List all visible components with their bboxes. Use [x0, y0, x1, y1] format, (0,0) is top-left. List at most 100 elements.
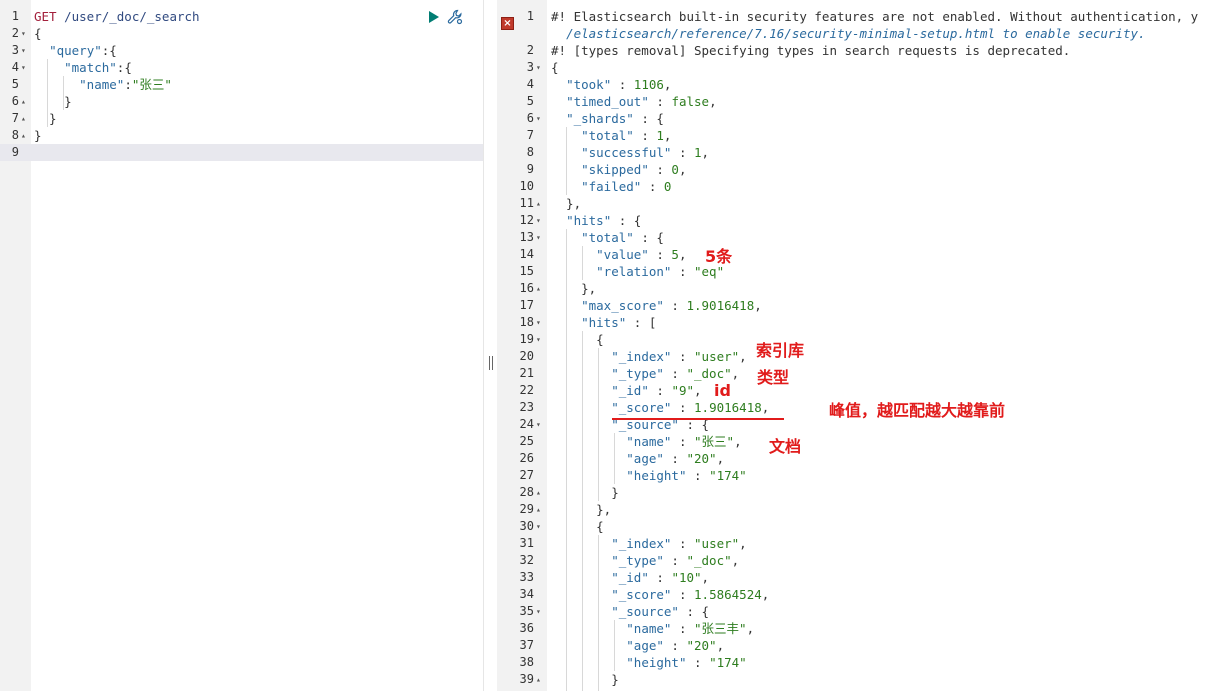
- code-text: "hits" : {: [551, 212, 641, 229]
- line-number: 11: [519, 196, 534, 210]
- line-number: 5: [526, 94, 534, 108]
- code-text: "height" : "174": [551, 654, 746, 671]
- split-handle-icon[interactable]: [489, 356, 493, 370]
- line-number: 3: [526, 60, 534, 74]
- response-viewer[interactable]: × 1 #! Elasticsearch built-in security fe…: [497, 0, 1208, 691]
- fold-toggle-icon[interactable]: ▴: [536, 195, 541, 212]
- request-editor[interactable]: 1 GET /user/_doc/_search 2 ▾{3 ▾ "query":{4 ▾…: [0, 0, 483, 691]
- type-annotation: 类型: [757, 368, 790, 387]
- code-token: "failed": [581, 179, 642, 194]
- fold-toggle-icon[interactable]: ▾: [536, 603, 541, 620]
- code-line: 38 "height" : "174": [497, 654, 1208, 671]
- line-number: 6: [11, 94, 19, 108]
- code-text: "relation" : "eq": [551, 263, 724, 280]
- line-number: 21: [519, 366, 534, 380]
- code-token: {: [551, 60, 559, 75]
- line-number: 3: [11, 43, 19, 57]
- code-text: #! [types removal] Specifying types in s…: [551, 42, 1070, 59]
- code-text: }: [551, 671, 619, 688]
- code-line: 27 "height" : "174": [497, 467, 1208, 484]
- code-token: :: [671, 400, 695, 415]
- code-token: 1.9016418: [694, 400, 762, 415]
- code-line: 21 "_type" : "_doc",: [497, 365, 1208, 382]
- fold-toggle-icon[interactable]: ▾: [536, 416, 541, 433]
- play-icon[interactable]: [429, 11, 439, 23]
- code-token: "_shards": [566, 111, 634, 126]
- code-line: 11 ▴ },: [497, 195, 1208, 212]
- code-text: "query":{: [34, 42, 117, 59]
- fold-toggle-icon[interactable]: ▾: [21, 42, 26, 59]
- fold-toggle-icon[interactable]: ▾: [536, 518, 541, 535]
- line-number: 5: [11, 77, 19, 91]
- code-token: "20": [686, 638, 717, 653]
- indent-guide: [582, 246, 583, 280]
- fold-toggle-icon[interactable]: ▴: [536, 501, 541, 518]
- code-token: :: [671, 536, 695, 551]
- code-token: "height": [626, 655, 687, 670]
- code-text: }: [34, 93, 72, 110]
- code-text: "total" : {: [551, 229, 664, 246]
- fold-toggle-icon[interactable]: ▾: [536, 229, 541, 246]
- request-actions: [429, 9, 463, 25]
- code-token: "user": [694, 536, 740, 551]
- indent-guide: [598, 535, 599, 691]
- code-token: ,: [701, 145, 710, 160]
- fold-toggle-icon[interactable]: ▴: [536, 280, 541, 297]
- line-number: 9: [11, 145, 19, 159]
- indent-guide: [47, 59, 48, 127]
- code-line: 6 ▴ }: [0, 93, 483, 110]
- code-token: "value": [596, 247, 649, 262]
- line-number: 34: [519, 587, 534, 601]
- fold-toggle-icon[interactable]: ▴: [21, 93, 26, 110]
- code-token: :: [611, 77, 634, 92]
- fold-toggle-icon[interactable]: ▾: [21, 25, 26, 42]
- code-line: 17 "max_score" : 1.9016418,: [497, 297, 1208, 314]
- code-token: :: [671, 349, 695, 364]
- code-token: :: [641, 179, 664, 194]
- fold-toggle-icon[interactable]: ▴: [536, 671, 541, 688]
- code-line: 9: [0, 144, 483, 161]
- code-token: : {: [633, 230, 664, 245]
- line-number: 17: [519, 298, 534, 312]
- code-text: }: [551, 484, 619, 501]
- code-text: "_score" : 1.9016418,: [551, 399, 769, 416]
- code-token: "张三": [131, 77, 172, 92]
- line-number: 14: [519, 247, 534, 261]
- code-line: 1 #! Elasticsearch built-in security feat…: [497, 8, 1208, 25]
- line-number: 36: [519, 621, 534, 635]
- code-line: 19 ▾ {: [497, 331, 1208, 348]
- pane-divider[interactable]: [483, 0, 498, 691]
- fold-toggle-icon[interactable]: ▴: [21, 110, 26, 127]
- code-token: 0: [663, 179, 672, 194]
- wrench-icon[interactable]: [447, 9, 463, 25]
- line-number: 8: [526, 145, 534, 159]
- fold-toggle-icon[interactable]: ▾: [536, 59, 541, 76]
- fold-toggle-icon[interactable]: ▴: [536, 484, 541, 501]
- code-token: "timed_out": [566, 94, 649, 109]
- code-text: #! Elasticsearch built-in security featu…: [551, 8, 1198, 25]
- code-line: 2 #! [types removal] Specifying types in …: [497, 42, 1208, 59]
- fold-toggle-icon[interactable]: ▴: [21, 127, 26, 144]
- total-annotation: 5条: [705, 247, 733, 266]
- code-token: "total": [581, 230, 634, 245]
- line-number: 2: [526, 43, 534, 57]
- fold-toggle-icon[interactable]: ▾: [536, 212, 541, 229]
- code-text: },: [551, 195, 581, 212]
- code-line: 32 "_type" : "_doc",: [497, 552, 1208, 569]
- request-code-lines[interactable]: 1 GET /user/_doc/_search 2 ▾{3 ▾ "query":{4 ▾…: [0, 8, 483, 161]
- code-text: "failed" : 0: [551, 178, 671, 195]
- fold-toggle-icon[interactable]: ▾: [21, 59, 26, 76]
- fold-toggle-icon[interactable]: ▾: [536, 331, 541, 348]
- code-token: {: [551, 332, 604, 347]
- code-token: :: [663, 298, 687, 313]
- code-text: "timed_out" : false,: [551, 93, 717, 110]
- fold-toggle-icon[interactable]: ▾: [536, 314, 541, 331]
- line-number: 8: [11, 128, 19, 142]
- fold-toggle-icon[interactable]: ▾: [536, 110, 541, 127]
- code-line: /elasticsearch/reference/7.16/security-m…: [497, 25, 1208, 42]
- code-token: "skipped": [581, 162, 649, 177]
- code-token: :: [686, 655, 710, 670]
